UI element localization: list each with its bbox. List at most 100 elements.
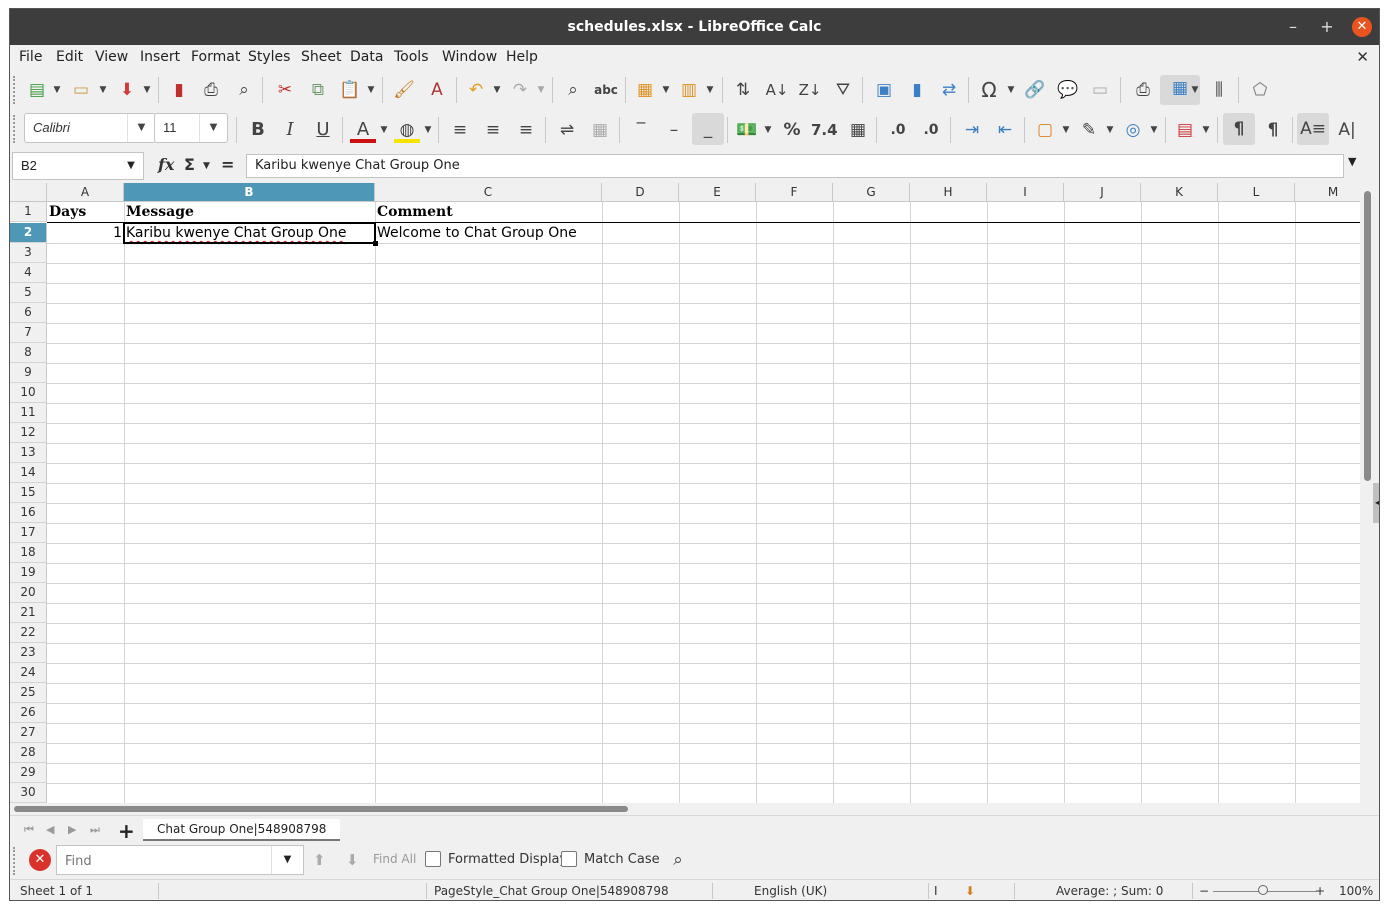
column-header-h[interactable]: H — [910, 183, 987, 202]
toolbar-grip[interactable] — [13, 76, 17, 104]
previous-sheet-icon[interactable]: ◀ — [46, 823, 54, 836]
conditional-format-icon[interactable]: ▤ — [1172, 117, 1198, 143]
border-color-icon[interactable]: ◎ — [1120, 117, 1146, 143]
cell-b1[interactable]: Message — [124, 202, 375, 222]
border-style-icon[interactable]: ✎ — [1076, 117, 1102, 143]
redo-icon[interactable]: ↷ — [507, 77, 533, 103]
date-format-icon[interactable]: ▦ — [845, 117, 871, 143]
header-footer-icon[interactable]: ▭ — [1087, 77, 1113, 103]
vertical-scrollbar[interactable]: ◂ — [1360, 183, 1379, 803]
close-document-icon[interactable]: ✕ — [1356, 48, 1369, 66]
row-header-18[interactable]: 18 — [10, 543, 47, 563]
row-header-19[interactable]: 19 — [10, 563, 47, 583]
clear-formatting-icon[interactable]: A — [424, 77, 450, 103]
sidebar-toggle-icon[interactable]: ◂ — [1373, 483, 1379, 523]
row-icon[interactable]: ▦ — [632, 77, 658, 103]
menu-view[interactable]: View — [95, 49, 128, 65]
comment-icon[interactable]: 💬 — [1055, 77, 1081, 103]
clone-formatting-icon[interactable]: 🖌 — [391, 77, 417, 103]
add-sheet-icon[interactable]: + — [118, 819, 135, 843]
copy-icon[interactable]: ⧉ — [305, 77, 331, 103]
number-format-icon[interactable]: 7.4 — [811, 117, 838, 143]
row-dropdown-icon[interactable]: ▼ — [661, 77, 671, 103]
horizontal-scrollbar[interactable] — [10, 803, 1360, 815]
sum-icon[interactable]: Σ — [184, 155, 195, 174]
selection-mode-icon[interactable]: I — [934, 884, 938, 898]
formatted-display-checkbox[interactable] — [425, 851, 441, 867]
column-header-d[interactable]: D — [602, 183, 679, 202]
cell-a2[interactable]: 1 — [47, 223, 124, 243]
row-header-30[interactable]: 30 — [10, 783, 47, 803]
row-header-25[interactable]: 25 — [10, 683, 47, 703]
row-header-20[interactable]: 20 — [10, 583, 47, 603]
decrease-indent-icon[interactable]: ⇤ — [992, 117, 1018, 143]
expand-formula-bar-icon[interactable]: ▼ — [1348, 155, 1356, 168]
hyperlink-icon[interactable]: 🔗 — [1022, 77, 1048, 103]
row-header-23[interactable]: 23 — [10, 643, 47, 663]
bold-icon[interactable]: B — [245, 117, 271, 143]
row-header-13[interactable]: 13 — [10, 443, 47, 463]
merge-cells-icon[interactable]: ▦ — [587, 117, 613, 143]
row-header-15[interactable]: 15 — [10, 483, 47, 503]
conditional-format-dropdown-icon[interactable]: ▼ — [1201, 117, 1211, 143]
menu-styles[interactable]: Styles — [248, 49, 290, 65]
vertical-scroll-thumb[interactable] — [1364, 191, 1371, 481]
delete-decimal-place-icon[interactable]: .0 — [918, 117, 944, 143]
row-header-11[interactable]: 11 — [10, 403, 47, 423]
row-header-26[interactable]: 26 — [10, 703, 47, 723]
spelling-icon[interactable]: abc — [593, 77, 619, 103]
currency-dropdown-icon[interactable]: ▼ — [763, 117, 773, 143]
find-previous-icon[interactable]: ⬆ — [313, 851, 326, 869]
menu-format[interactable]: Format — [191, 49, 240, 65]
page-style[interactable]: PageStyle_Chat Group One|548908798 — [434, 884, 669, 898]
find-input[interactable] — [65, 851, 265, 871]
increase-indent-icon[interactable]: ⇥ — [959, 117, 985, 143]
pivot-table-icon[interactable]: ⇄ — [936, 77, 962, 103]
row-header-21[interactable]: 21 — [10, 603, 47, 623]
last-sheet-icon[interactable]: ⏭ — [90, 823, 100, 837]
open-folder-icon[interactable]: ▭ — [68, 77, 94, 103]
font-name-dropdown-icon[interactable]: ▼ — [127, 114, 155, 142]
menu-window[interactable]: Window — [442, 49, 497, 65]
center-vertically-icon[interactable]: – — [661, 117, 687, 143]
align-left-icon[interactable]: ≡ — [447, 117, 473, 143]
row-header-28[interactable]: 28 — [10, 743, 47, 763]
sort-descending-icon[interactable]: Z↓ — [797, 77, 823, 103]
menu-insert[interactable]: Insert — [140, 49, 180, 65]
cut-icon[interactable]: ✂ — [272, 77, 298, 103]
sum-dropdown-icon[interactable]: ▼ — [203, 161, 210, 171]
print-icon[interactable]: ⎙ — [198, 77, 224, 103]
zoom-slider-thumb[interactable] — [1258, 885, 1268, 895]
column-header-m[interactable]: M — [1295, 183, 1360, 202]
insert-chart-icon[interactable]: ▮ — [904, 77, 930, 103]
row-header-2[interactable]: 2 — [10, 223, 47, 243]
row-header-5[interactable]: 5 — [10, 283, 47, 303]
horizontal-scroll-thumb[interactable] — [14, 806, 628, 812]
column-header-l[interactable]: L — [1218, 183, 1295, 202]
column-dropdown-icon[interactable]: ▼ — [705, 77, 715, 103]
right-to-left-icon[interactable]: ¶ — [1260, 117, 1286, 143]
save-dropdown-icon[interactable]: ▼ — [142, 77, 152, 103]
sort-ascending-icon[interactable]: A↓ — [764, 77, 790, 103]
row-header-8[interactable]: 8 — [10, 343, 47, 363]
save-icon[interactable]: ⬇ — [114, 77, 140, 103]
autofill-handle[interactable] — [373, 241, 378, 246]
font-size-box[interactable]: 11 ▼ — [154, 113, 228, 143]
percent-format-icon[interactable]: % — [779, 117, 805, 143]
find-replace-dialog-icon[interactable]: ⌕ — [665, 847, 691, 873]
menu-file[interactable]: File — [19, 49, 42, 65]
align-bottom-icon[interactable]: _ — [692, 113, 724, 145]
row-header-4[interactable]: 4 — [10, 263, 47, 283]
redo-dropdown-icon[interactable]: ▼ — [536, 77, 546, 103]
close-window-button[interactable]: ✕ — [1352, 17, 1372, 37]
row-header-1[interactable]: 1 — [10, 202, 47, 222]
text-direction-lr-icon[interactable]: A≡ — [1297, 113, 1329, 145]
highlight-color-icon[interactable]: ◍ — [394, 117, 420, 143]
formula-input[interactable]: Karibu kwenye Chat Group One — [246, 154, 1344, 178]
column-icon[interactable]: ▥ — [676, 77, 702, 103]
show-draw-functions-icon[interactable]: ⬠ — [1247, 77, 1273, 103]
align-right-icon[interactable]: ≡ — [513, 117, 539, 143]
special-character-dropdown-icon[interactable]: ▼ — [1006, 77, 1016, 103]
find-all-button[interactable]: Find All — [373, 852, 416, 866]
new-document-icon[interactable]: ▤ — [24, 77, 50, 103]
